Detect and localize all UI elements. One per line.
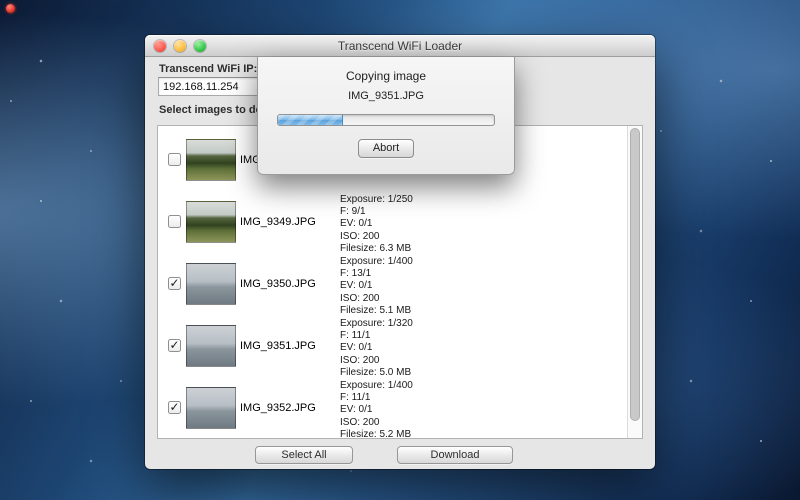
scrollbar-thumb[interactable] (630, 128, 640, 421)
image-thumbnail (186, 325, 236, 367)
image-thumbnail (186, 139, 236, 181)
image-exif: Exposure: 1/400F: 11/1EV: 0/1ISO: 200Fil… (340, 380, 413, 439)
exif-line: F: 9/1 (340, 206, 413, 218)
exif-line: ISO: 200 (340, 293, 413, 305)
exif-line: Exposure: 1/320 (340, 318, 413, 330)
progress-fill (278, 115, 343, 125)
image-row: ✓ IMG_9352.JPG Exposure: 1/400F: 11/1EV:… (158, 377, 627, 439)
copy-progress-dialog: Copying image IMG_9351.JPG Abort (257, 57, 515, 175)
image-checkbox[interactable]: ✓ (168, 277, 181, 290)
image-filename: IMG_9349.JPG (240, 216, 338, 228)
starfield (0, 0, 2, 2)
image-checkbox[interactable]: ✓ (168, 215, 181, 228)
dialog-filename: IMG_9351.JPG (258, 90, 514, 102)
exif-line: F: 13/1 (340, 268, 413, 280)
app-window: Transcend WiFi Loader Transcend WiFi IP:… (145, 35, 655, 469)
ip-label: Transcend WiFi IP: (159, 63, 257, 75)
image-exif: Exposure: 1/250F: 9/1EV: 0/1ISO: 200File… (340, 194, 413, 255)
image-checkbox[interactable]: ✓ (168, 401, 181, 414)
image-exif: Exposure: 1/400F: 13/1EV: 0/1ISO: 200Fil… (340, 256, 413, 317)
image-row: ✓ IMG_9351.JPG Exposure: 1/320F: 11/1EV:… (158, 315, 627, 377)
image-filename: IMG_9352.JPG (240, 402, 338, 414)
exif-line: EV: 0/1 (340, 404, 413, 416)
image-filename: IMG_9351.JPG (240, 340, 338, 352)
image-checkbox[interactable]: ✓ (168, 153, 181, 166)
exif-line: EV: 0/1 (340, 280, 413, 292)
checkmark-icon: ✓ (169, 400, 179, 414)
dialog-title: Copying image (258, 69, 514, 83)
title-bar[interactable]: Transcend WiFi Loader (145, 35, 655, 57)
image-exif: Exposure: 1/320F: 11/1EV: 0/1ISO: 200Fil… (340, 318, 413, 379)
window-title: Transcend WiFi Loader (145, 39, 655, 53)
image-thumbnail (186, 201, 236, 243)
exif-line: Exposure: 1/400 (340, 380, 413, 392)
red-status-indicator-icon (6, 4, 15, 13)
exif-line: ISO: 200 (340, 417, 413, 429)
image-thumbnail (186, 387, 236, 429)
exif-line: F: 11/1 (340, 330, 413, 342)
download-button[interactable]: Download (397, 446, 513, 464)
scrollbar-track[interactable] (627, 126, 642, 438)
exif-line: ISO: 200 (340, 355, 413, 367)
image-row: ✓ IMG_9350.JPG Exposure: 1/400F: 13/1EV:… (158, 253, 627, 315)
exif-line: F: 11/1 (340, 392, 413, 404)
progress-bar (277, 114, 495, 126)
image-checkbox[interactable]: ✓ (168, 339, 181, 352)
exif-line: EV: 0/1 (340, 218, 413, 230)
image-filename: IMG_9350.JPG (240, 278, 338, 290)
abort-button[interactable]: Abort (358, 139, 414, 158)
exif-line: Filesize: 5.2 MB (340, 429, 413, 439)
image-row: ✓ IMG_9349.JPG Exposure: 1/250F: 9/1EV: … (158, 191, 627, 253)
exif-line: Exposure: 1/400 (340, 256, 413, 268)
exif-line: EV: 0/1 (340, 342, 413, 354)
select-all-button[interactable]: Select All (255, 446, 353, 464)
exif-line: ISO: 200 (340, 231, 413, 243)
image-thumbnail (186, 263, 236, 305)
checkmark-icon: ✓ (169, 338, 179, 352)
exif-line: Exposure: 1/250 (340, 194, 413, 206)
checkmark-icon: ✓ (169, 276, 179, 290)
